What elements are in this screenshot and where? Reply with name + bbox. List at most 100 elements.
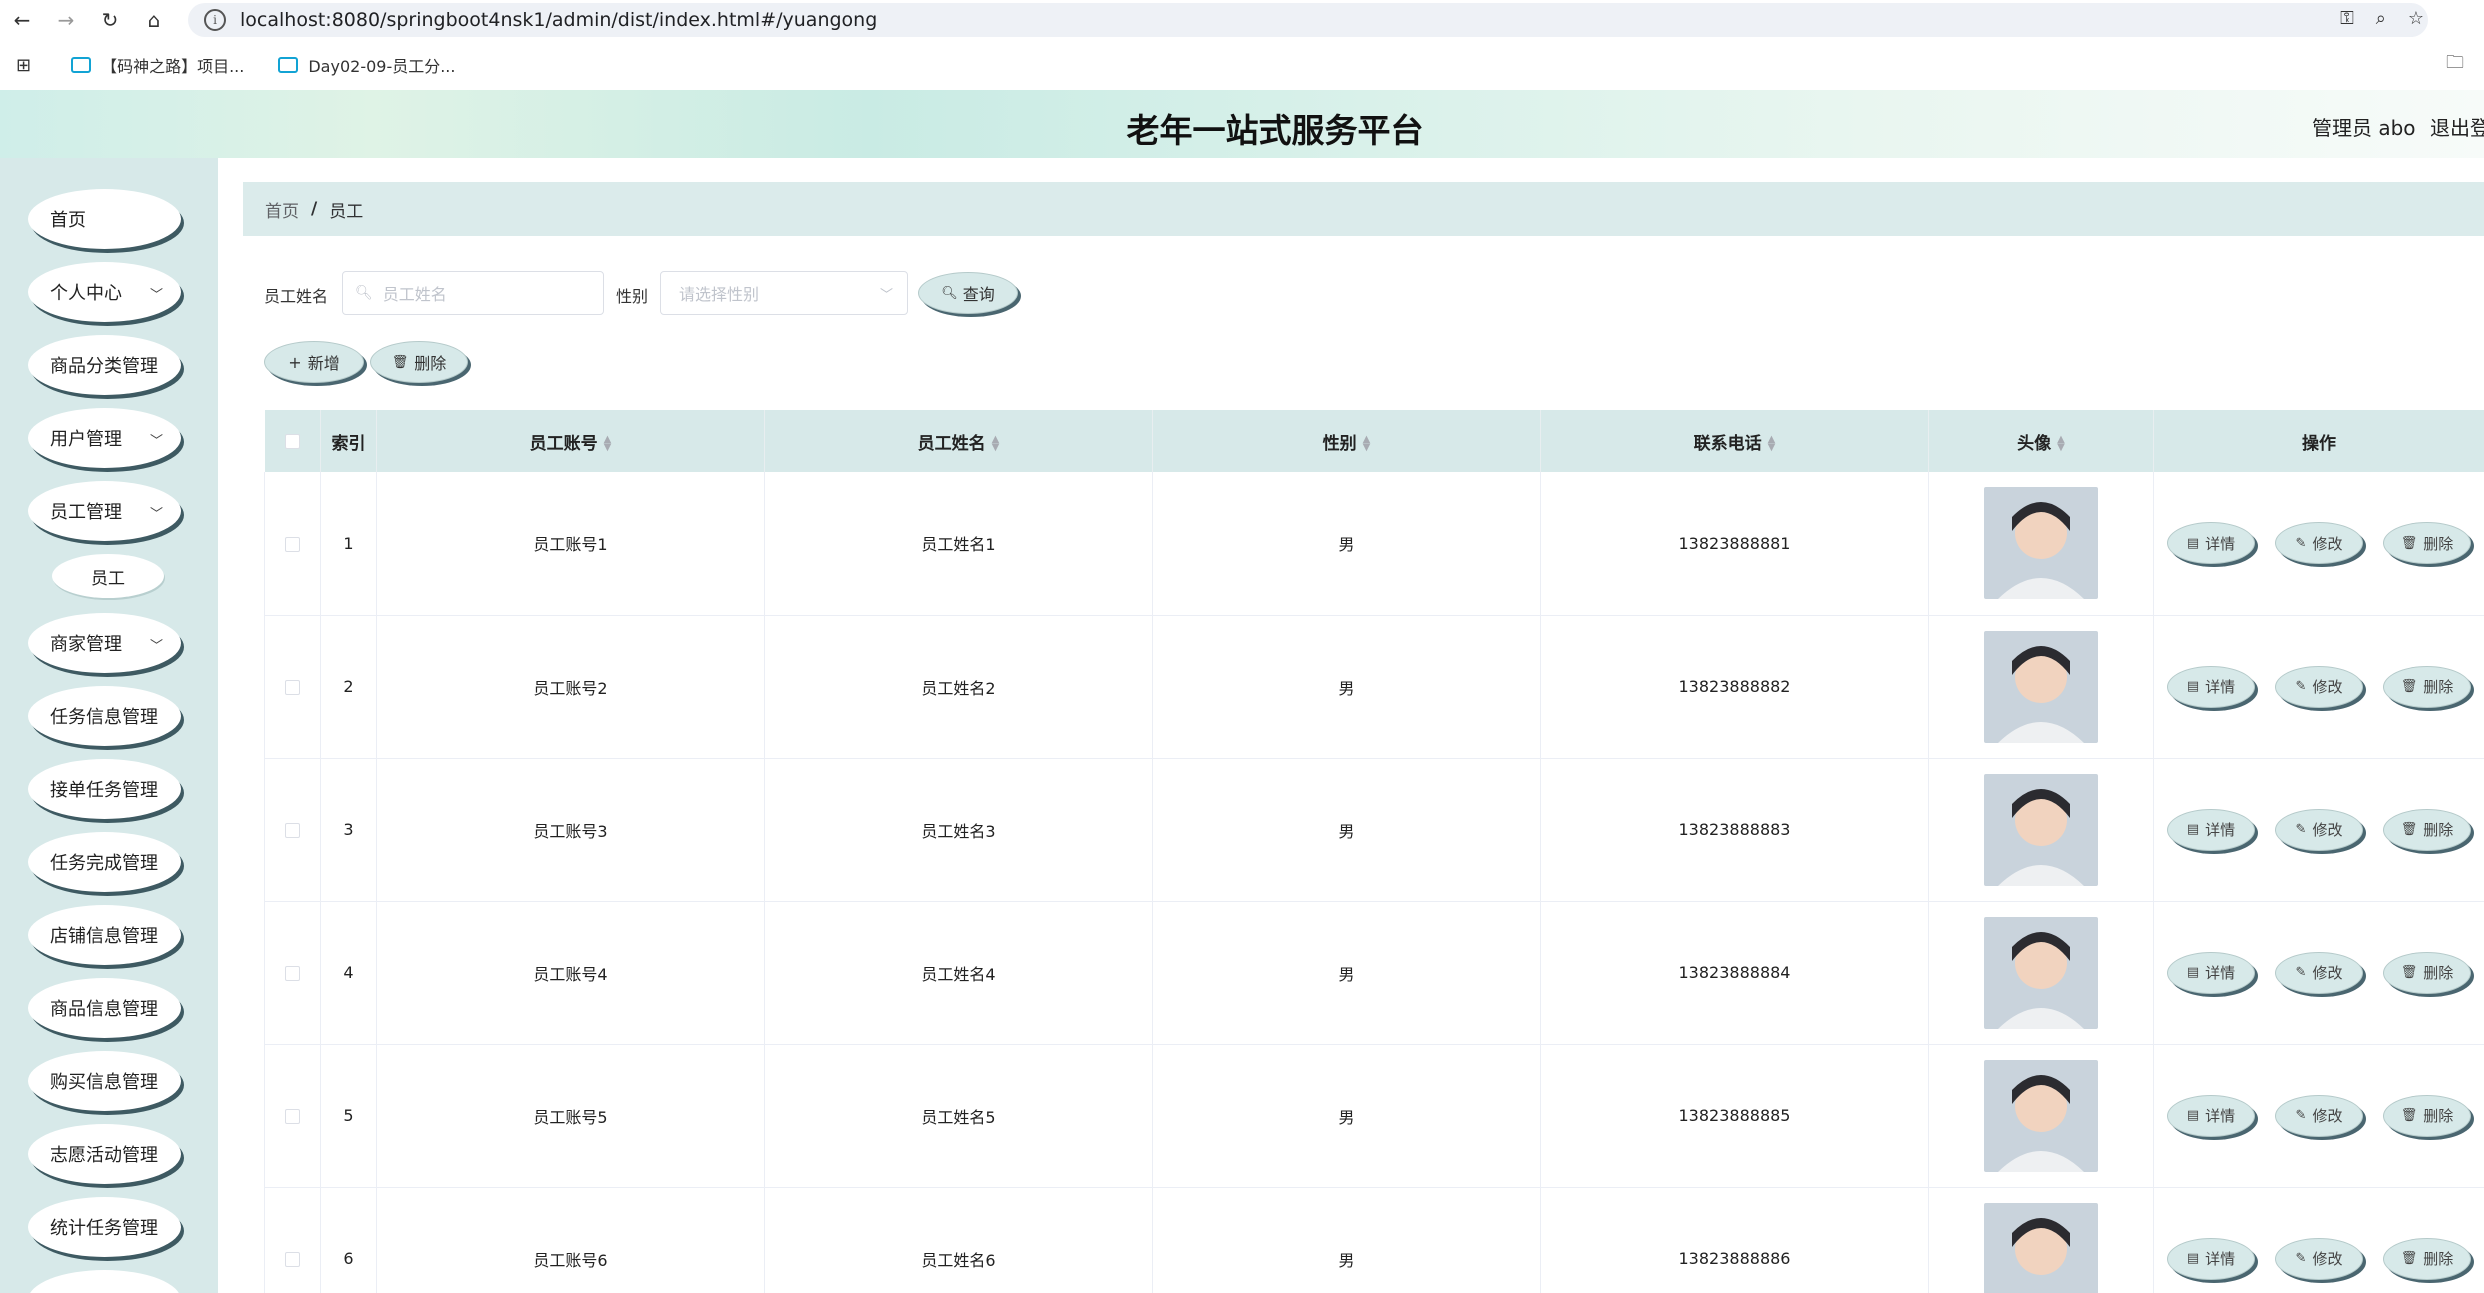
trash-icon: 🗑︎: [2400, 1251, 2418, 1266]
sort-icon[interactable]: ▲ ▼: [1768, 434, 1776, 452]
chevron-down-icon: ﹀: [149, 288, 163, 303]
delete-button[interactable]: 🗑︎ 删除: [2383, 665, 2471, 708]
column-header-name[interactable]: 员工姓名 ▲ ▼: [764, 410, 1153, 472]
select-all-header[interactable]: [264, 410, 321, 472]
row-checkbox[interactable]: [285, 1252, 300, 1267]
search-icon: 🔍︎: [355, 285, 373, 301]
site-info-icon[interactable]: i: [204, 9, 226, 31]
add-button[interactable]: + 新增: [264, 341, 364, 383]
sort-icon[interactable]: ▲ ▼: [2057, 434, 2065, 452]
delete-button[interactable]: 🗑︎ 删除: [2383, 1094, 2471, 1137]
plus-icon: +: [288, 352, 302, 372]
column-header-index: 索引: [320, 410, 377, 472]
sort-icon[interactable]: ▲ ▼: [604, 434, 612, 452]
edit-button[interactable]: ✎ 修改: [2275, 1237, 2363, 1280]
forward-icon[interactable]: →: [44, 0, 88, 40]
bookmark-item[interactable]: Day02-09-员工分...: [278, 53, 455, 77]
sidebar-item-task-orders[interactable]: 接单任务管理: [28, 759, 181, 819]
delete-button[interactable]: 🗑︎ 删除: [2383, 522, 2471, 565]
edit-label: 修改: [2312, 1107, 2343, 1125]
detail-button[interactable]: ▤ 详情: [2167, 522, 2255, 565]
cell-phone: 13823888881: [1540, 472, 1929, 616]
reload-icon[interactable]: ↻: [88, 0, 132, 40]
cell-actions: ▤ 详情 ✎ 修改 🗑︎ 删除: [2153, 615, 2484, 759]
column-header-label: 操作: [2302, 433, 2336, 454]
column-header-account[interactable]: 员工账号 ▲ ▼: [376, 410, 765, 472]
sidebar-item-home[interactable]: 首页: [28, 189, 181, 249]
sidebar-item-merchants[interactable]: 商家管理 ﹀: [28, 613, 181, 673]
cell-name: 员工姓名6: [764, 1187, 1153, 1293]
select-all-checkbox[interactable]: [284, 433, 300, 449]
address-bar[interactable]: i localhost:8080/springboot4nsk1/admin/d…: [188, 3, 2428, 37]
edit-button[interactable]: ✎ 修改: [2275, 665, 2363, 708]
detail-button[interactable]: ▤ 详情: [2167, 808, 2255, 851]
column-header-label: 头像: [2017, 433, 2052, 454]
trash-icon: 🗑︎: [2400, 965, 2418, 980]
row-checkbox[interactable]: [285, 823, 300, 838]
cell-avatar: [1928, 901, 2154, 1045]
cell-name: 员工姓名2: [764, 615, 1153, 759]
edit-button[interactable]: ✎ 修改: [2275, 522, 2363, 565]
name-filter-input[interactable]: 🔍︎ 员工姓名: [342, 271, 604, 315]
row-checkbox[interactable]: [285, 966, 300, 981]
row-actions: ▤ 详情 ✎ 修改 🗑︎ 删除: [2154, 665, 2484, 708]
sidebar-item-volunteer[interactable]: 志愿活动管理: [28, 1124, 181, 1184]
row-checkbox[interactable]: [285, 1109, 300, 1124]
sidebar-item-purchases[interactable]: 购买信息管理: [28, 1051, 181, 1111]
table-row: 2 员工账号2 员工姓名2 男 13823888882 ▤ 详情 ✎ 修改 🗑︎…: [264, 615, 2484, 759]
gender-select[interactable]: 请选择性别 ﹀: [660, 271, 908, 315]
breadcrumb-home[interactable]: 首页: [265, 197, 299, 222]
password-key-icon[interactable]: ⚿: [2340, 8, 2354, 29]
sidebar-item-shops[interactable]: 店铺信息管理: [28, 905, 181, 965]
bookmark-star-icon[interactable]: ☆: [2408, 8, 2424, 29]
table-row: 1 员工账号1 员工姓名1 男 13823888881 ▤ 详情 ✎ 修改 🗑︎…: [264, 472, 2484, 616]
home-icon[interactable]: ⌂: [132, 0, 176, 40]
folder-icon[interactable]: 🗀: [2446, 50, 2464, 80]
trash-icon: 🗑︎: [2400, 1108, 2418, 1123]
detail-button[interactable]: ▤ 详情: [2167, 1237, 2255, 1280]
sidebar-item-task-complete[interactable]: 任务完成管理: [28, 832, 181, 892]
sidebar-item-users[interactable]: 用户管理 ﹀: [28, 408, 181, 468]
bookmark-item[interactable]: 【码神之路】项目...: [71, 53, 244, 77]
detail-button[interactable]: ▤ 详情: [2167, 951, 2255, 994]
row-actions: ▤ 详情 ✎ 修改 🗑︎ 删除: [2154, 1237, 2484, 1280]
sort-icon[interactable]: ▲ ▼: [1363, 434, 1371, 452]
sidebar-item-label: 任务完成管理: [50, 853, 158, 874]
sidebar-item-tasks[interactable]: 任务信息管理: [28, 686, 181, 746]
query-button-label: 查询: [962, 285, 995, 304]
column-header-label: 员工姓名: [917, 433, 986, 454]
delete-button[interactable]: 🗑︎ 删除: [2383, 951, 2471, 994]
apps-grid-icon[interactable]: ⊞: [16, 55, 31, 76]
detail-button[interactable]: ▤ 详情: [2167, 1094, 2255, 1137]
zoom-icon[interactable]: ⌕: [2376, 8, 2386, 29]
cell-index: 2: [320, 615, 377, 759]
sidebar-item-partial[interactable]: [28, 1270, 181, 1293]
chevron-down-icon: ﹀: [149, 507, 163, 522]
column-header-gender[interactable]: 性别 ▲ ▼: [1152, 410, 1541, 472]
edit-button[interactable]: ✎ 修改: [2275, 1094, 2363, 1137]
batch-delete-button[interactable]: 🗑︎ 删除: [370, 341, 468, 383]
sidebar-item-staff[interactable]: 员工管理 ﹀: [28, 481, 181, 541]
row-checkbox[interactable]: [285, 680, 300, 695]
column-header-phone[interactable]: 联系电话 ▲ ▼: [1540, 410, 1929, 472]
detail-button[interactable]: ▤ 详情: [2167, 665, 2255, 708]
sidebar-item-statistics[interactable]: 统计任务管理: [28, 1197, 181, 1257]
logout-link[interactable]: 退出登录: [2430, 112, 2484, 141]
edit-button[interactable]: ✎ 修改: [2275, 951, 2363, 994]
sort-icon[interactable]: ▲ ▼: [992, 434, 1000, 452]
query-button[interactable]: 🔍︎ 查询: [918, 272, 1018, 314]
edit-button[interactable]: ✎ 修改: [2275, 808, 2363, 851]
sidebar-item-products[interactable]: 商品信息管理: [28, 978, 181, 1038]
back-icon[interactable]: ←: [0, 0, 44, 40]
sidebar-item-personal-center[interactable]: 个人中心 ﹀: [28, 262, 181, 322]
table-body: 1 员工账号1 员工姓名1 男 13823888881 ▤ 详情 ✎ 修改 🗑︎…: [264, 472, 2484, 1293]
bookmark-label: Day02-09-员工分...: [308, 57, 456, 76]
delete-button[interactable]: 🗑︎ 删除: [2383, 808, 2471, 851]
row-select-cell: [264, 615, 321, 759]
staff-table: 索引 员工账号 ▲ ▼ 员工姓名 ▲ ▼ 性别 ▲ ▼ 联系电话 ▲ ▼ 头像 ▲ ▼ 操作 1 员…: [264, 410, 2484, 1293]
column-header-avatar[interactable]: 头像 ▲ ▼: [1928, 410, 2154, 472]
delete-button[interactable]: 🗑︎ 删除: [2383, 1237, 2471, 1280]
sidebar-subitem-staff[interactable]: 员工: [52, 554, 164, 598]
row-checkbox[interactable]: [285, 536, 300, 552]
sidebar-item-category[interactable]: 商品分类管理: [28, 335, 181, 395]
